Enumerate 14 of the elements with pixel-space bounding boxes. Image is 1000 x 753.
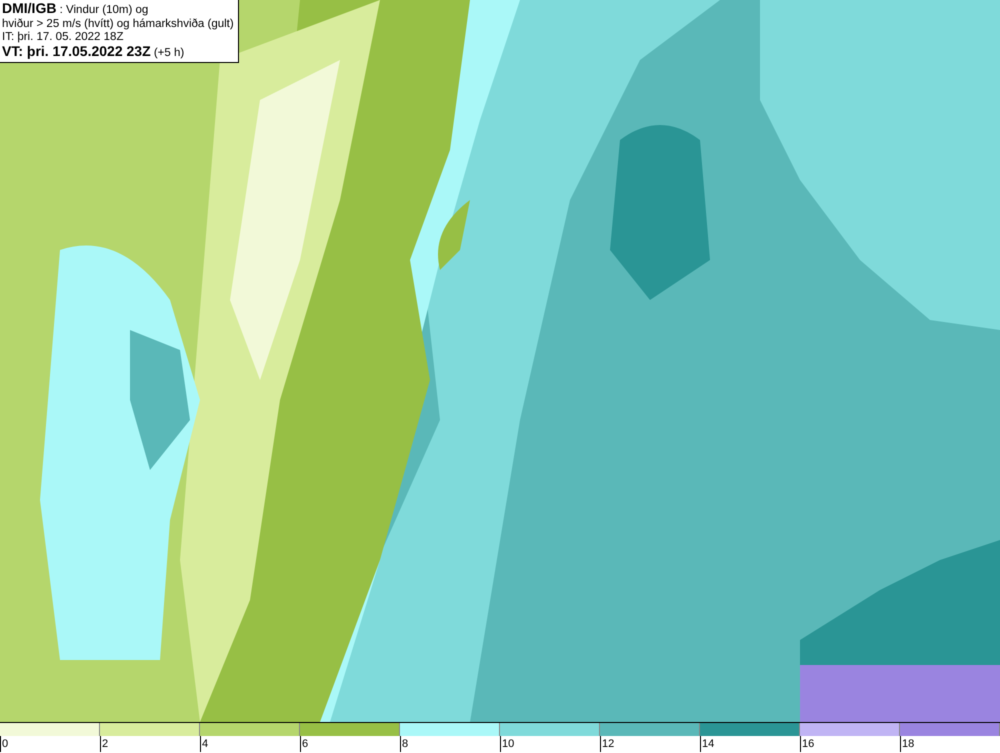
tick-label: 2 xyxy=(102,738,108,750)
tick-label: 14 xyxy=(702,738,714,750)
tick-label: 0 xyxy=(2,738,8,750)
tick-label: 16 xyxy=(802,738,814,750)
title-line: DMI/IGB : Vindur (10m) og xyxy=(2,2,150,18)
tick-label: 8 xyxy=(402,738,408,750)
title-line: IT: þri. 17. 05. 2022 18Z xyxy=(2,31,124,44)
title-line: VT: þri. 17.05.2022 23Z (+5 h) xyxy=(2,44,186,60)
tick-label: 18 xyxy=(902,738,914,750)
tick-label: 4 xyxy=(202,738,208,750)
tick-label: 12 xyxy=(602,738,614,750)
title-line: hviður > 25 m/s (hvítt) og hámarkshviða (gult) xyxy=(2,18,234,31)
tick-label: 6 xyxy=(302,738,308,750)
tick-label: 10 xyxy=(502,738,514,750)
